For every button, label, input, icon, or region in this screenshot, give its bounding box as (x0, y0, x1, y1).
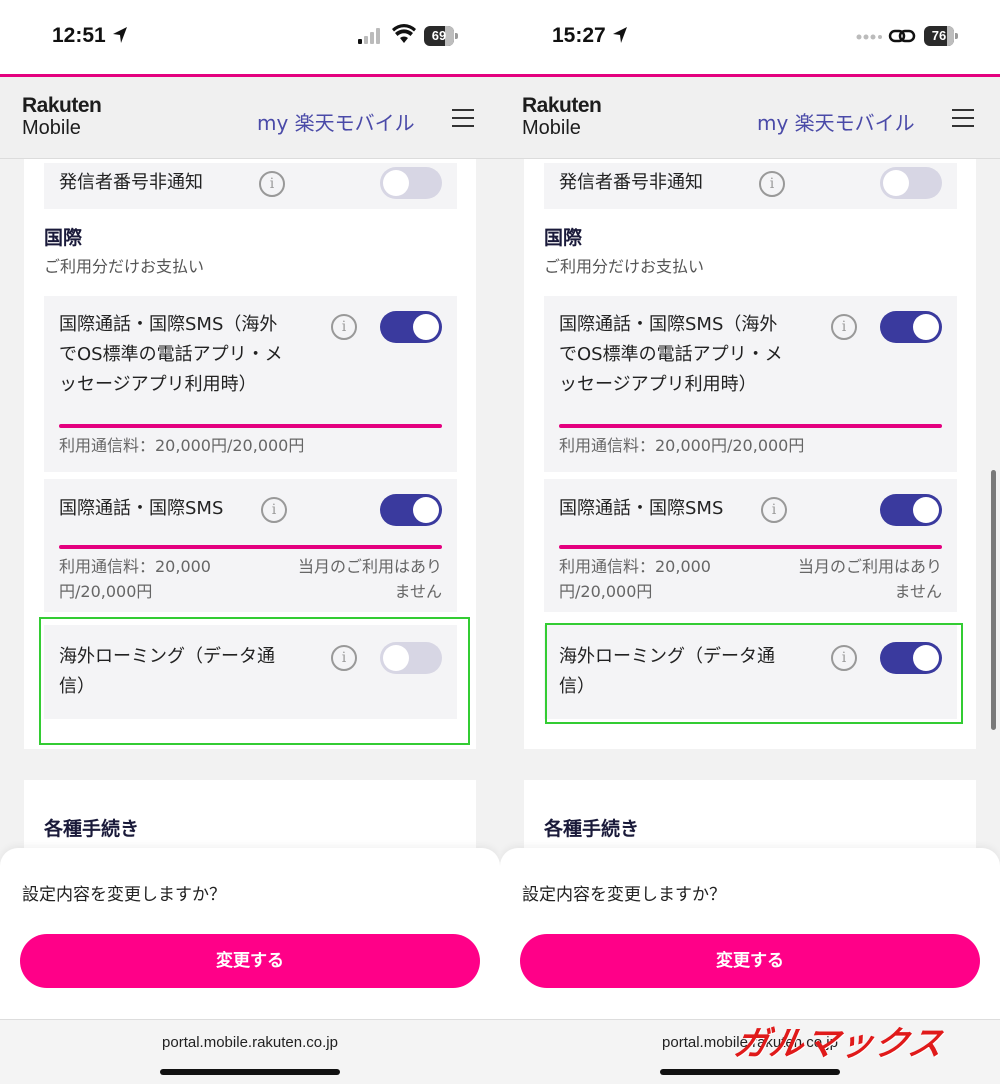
usage-bar (559, 424, 942, 428)
intl-sms-note-line1: 当月のご利用はあり (797, 557, 942, 576)
intl-os-label-line2: でOS標準の電話アプリ・メ (59, 344, 283, 365)
procedures-title: 各種手続き (544, 818, 640, 840)
url-text: portal.mobile.rakuten.co.jp (162, 1034, 338, 1051)
logo-line2: Mobile (22, 117, 81, 139)
caller-id-item: 発信者番号非通知 i (44, 163, 457, 209)
section-title-international: 国際 (44, 227, 83, 249)
intl-sms-fee-line2: 円/20,000円 (59, 582, 153, 601)
intl-sms-label: 国際通話・国際SMS (59, 498, 224, 519)
battery-icon: 69 (424, 26, 458, 46)
header-title[interactable]: my 楽天モバイル (757, 107, 915, 136)
personal-hotspot-link-icon (888, 29, 916, 43)
wifi-icon (392, 24, 416, 43)
intl-os-label-line1: 国際通話・国際SMS（海外 (559, 314, 778, 335)
intl-os-item: 国際通話・国際SMS（海外 でOS標準の電話アプリ・メ ッセージアプリ利用時） … (544, 296, 957, 472)
section-title-international: 国際 (544, 227, 583, 249)
site-header: Rakuten Mobile my 楽天モバイル (0, 77, 500, 159)
change-button[interactable]: 変更する (520, 934, 980, 988)
site-header: Rakuten Mobile my 楽天モバイル (500, 77, 1000, 159)
location-arrow-icon (613, 27, 627, 43)
caller-id-label: 発信者番号非通知 (59, 172, 203, 193)
intl-os-label-line3: ッセージアプリ利用時） (59, 374, 257, 395)
section-subtitle: ご利用分だけお支払い (44, 257, 205, 276)
intl-os-label-line3: ッセージアプリ利用時） (559, 374, 757, 395)
intl-os-item: 国際通話・国際SMS（海外 でOS標準の電話アプリ・メ ッセージアプリ利用時） … (44, 296, 457, 472)
battery-icon: 76 (924, 26, 958, 46)
battery-level: 69 (431, 28, 447, 43)
intl-sms-fee-line2: 円/20,000円 (559, 582, 653, 601)
phone-screenshot-after: 15:27 76 Rakuten Mobile my 楽天モバイル 発信者番号非… (500, 0, 1000, 1084)
intl-os-toggle[interactable] (380, 311, 442, 343)
highlight-box (39, 617, 470, 745)
confirm-sheet: 設定内容を変更しますか？ 変更する (0, 848, 500, 1020)
caller-id-toggle[interactable] (880, 167, 942, 199)
intl-sms-item: 国際通話・国際SMS i 利用通信料：20,000 円/20,000円 当月のご… (544, 479, 957, 612)
intl-sms-note-line1: 当月のご利用はあり (297, 557, 442, 576)
scrollbar[interactable] (991, 470, 996, 730)
section-subtitle: ご利用分だけお支払い (544, 257, 705, 276)
logo-line2: Mobile (522, 117, 581, 139)
info-icon[interactable]: i (259, 171, 285, 197)
confirm-question: 設定内容を変更しますか？ (22, 885, 226, 905)
usage-bar (59, 424, 442, 428)
info-icon[interactable]: i (831, 314, 857, 340)
intl-sms-toggle[interactable] (380, 494, 442, 526)
hamburger-menu-icon[interactable] (452, 109, 474, 127)
status-bar: 15:27 76 (500, 0, 1000, 76)
usage-bar (59, 545, 442, 549)
intl-sms-item: 国際通話・国際SMS i 利用通信料：20,000 円/20,000円 当月のご… (44, 479, 457, 612)
info-icon[interactable]: i (761, 497, 787, 523)
logo-line1: Rakuten (522, 94, 602, 117)
intl-os-label-line1: 国際通話・国際SMS（海外 (59, 314, 278, 335)
intl-sms-note-line2: ません (394, 582, 442, 601)
location-arrow-icon (113, 27, 127, 43)
confirm-sheet: 設定内容を変更しますか？ 変更する (500, 848, 1000, 1020)
status-time: 12:51 (52, 24, 106, 47)
cellular-signal-icon (358, 28, 380, 44)
intl-os-toggle[interactable] (880, 311, 942, 343)
phone-screenshot-before: 12:51 69 Rakuten Mobile my 楽天モバイル 発信者番号非… (0, 0, 500, 1084)
intl-os-fee: 利用通信料：20,000円/20,000円 (59, 436, 305, 455)
rakuten-mobile-logo[interactable]: Rakuten Mobile (22, 94, 102, 140)
info-icon[interactable]: i (331, 314, 357, 340)
intl-sms-fee-line1: 利用通信料：20,000 (559, 557, 711, 576)
confirm-question: 設定内容を変更しますか？ (522, 885, 726, 905)
highlight-box (545, 623, 963, 724)
intl-sms-note-line2: ません (894, 582, 942, 601)
logo-line1: Rakuten (22, 94, 102, 117)
intl-sms-toggle[interactable] (880, 494, 942, 526)
caller-id-item: 発信者番号非通知 i (544, 163, 957, 209)
intl-os-fee: 利用通信料：20,000円/20,000円 (559, 436, 805, 455)
home-indicator[interactable] (660, 1069, 840, 1075)
caller-id-toggle[interactable] (380, 167, 442, 199)
caller-id-label: 発信者番号非通知 (559, 172, 703, 193)
intl-sms-fee-line1: 利用通信料：20,000 (59, 557, 211, 576)
intl-sms-label: 国際通話・国際SMS (559, 498, 724, 519)
intl-os-label-line2: でOS標準の電話アプリ・メ (559, 344, 783, 365)
info-icon[interactable]: i (261, 497, 287, 523)
status-bar: 12:51 69 (0, 0, 500, 76)
rakuten-mobile-logo[interactable]: Rakuten Mobile (522, 94, 602, 140)
watermark-logo: ガルマックス (730, 1024, 947, 1064)
info-icon[interactable]: i (759, 171, 785, 197)
status-time: 15:27 (552, 24, 606, 47)
header-title[interactable]: my 楽天モバイル (257, 107, 415, 136)
hamburger-menu-icon[interactable] (952, 109, 974, 127)
home-indicator[interactable] (160, 1069, 340, 1075)
usage-bar (559, 545, 942, 549)
no-signal-dots-icon (856, 34, 882, 40)
change-button[interactable]: 変更する (20, 934, 480, 988)
battery-level: 76 (931, 28, 947, 43)
procedures-title: 各種手続き (44, 818, 140, 840)
